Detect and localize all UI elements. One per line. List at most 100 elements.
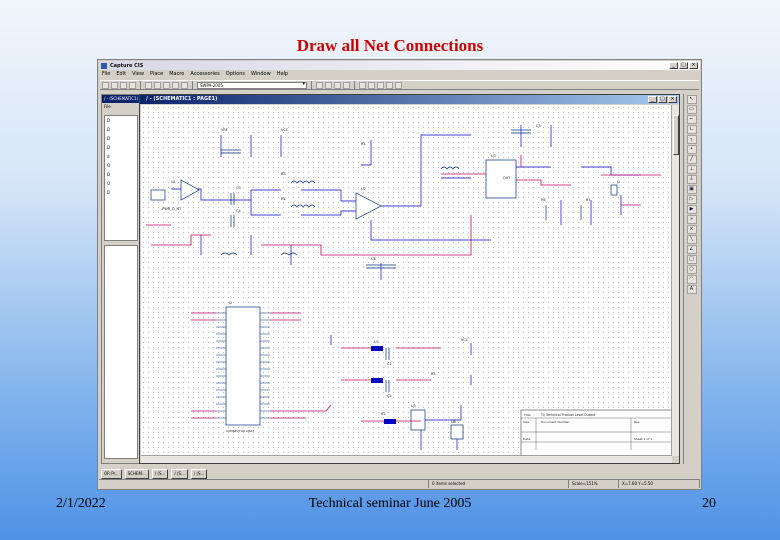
- app-title: Capture CIS: [110, 62, 144, 69]
- menu-edit[interactable]: Edit: [116, 71, 126, 79]
- part-combo[interactable]: SWPA-2005: [197, 81, 307, 89]
- tree-item[interactable]: D: [107, 127, 135, 136]
- place-text-icon[interactable]: A: [686, 285, 697, 294]
- drc-button[interactable]: [368, 81, 375, 89]
- copy-button[interactable]: [154, 81, 161, 89]
- tree-item[interactable]: D: [107, 172, 135, 181]
- label-u3: U3: [491, 154, 496, 158]
- task-project[interactable]: OR Pr...: [101, 469, 122, 479]
- off-page-connector-icon[interactable]: »: [686, 215, 697, 224]
- annotate-button[interactable]: [359, 81, 366, 89]
- task-page-3[interactable]: / (S...: [190, 469, 208, 479]
- place-wire-icon[interactable]: ⌐: [686, 115, 697, 124]
- label-vcc2: VCC: [461, 338, 469, 342]
- project-manager-window: / - (SCHEMATIC1) File D D D D d O D O D: [101, 94, 141, 464]
- place-line-icon[interactable]: ╲: [686, 235, 697, 244]
- place-polyline-icon[interactable]: ∠: [686, 245, 697, 254]
- schematic-drawing: U1 U2 U3 R1 R3 R4 R6 R7 C3 C4 C5 C6 VCC …: [146, 124, 672, 456]
- help-button[interactable]: [395, 81, 402, 89]
- tree-item[interactable]: D: [107, 190, 135, 199]
- label-c1: C1: [387, 362, 392, 366]
- zoom-area-button[interactable]: [334, 81, 341, 89]
- undo-button[interactable]: [172, 81, 179, 89]
- project-tab-file[interactable]: File: [102, 103, 140, 111]
- toolbar-separator: [354, 81, 355, 89]
- status-scale: Scale=151%: [569, 480, 619, 488]
- label-vee: VEE: [221, 128, 228, 132]
- place-rectangle-icon[interactable]: □: [686, 255, 697, 264]
- redo-button[interactable]: [181, 81, 188, 89]
- place-net-alias-icon[interactable]: ∟: [686, 125, 697, 134]
- scroll-thumb[interactable]: [673, 115, 679, 155]
- select-tool-icon[interactable]: ↖: [686, 95, 697, 104]
- label-u1: U1: [171, 180, 176, 184]
- menu-view[interactable]: View: [132, 71, 144, 79]
- label-connector-part: CONNECTOR DB25: [226, 429, 254, 433]
- task-page-2[interactable]: / (S...: [171, 469, 188, 479]
- save-button[interactable]: [120, 81, 127, 89]
- menu-window[interactable]: Window: [251, 71, 271, 79]
- tree-item[interactable]: D: [107, 145, 135, 154]
- zoom-all-button[interactable]: [343, 81, 350, 89]
- schematic-maximize-button[interactable]: □: [658, 96, 667, 103]
- menu-place[interactable]: Place: [150, 71, 163, 79]
- schematic-minimize-button[interactable]: _: [648, 96, 657, 103]
- schematic-horizontal-scrollbar[interactable]: [141, 455, 672, 463]
- print-button[interactable]: [129, 81, 136, 89]
- cut-button[interactable]: [145, 81, 152, 89]
- hierarchical-pin-icon[interactable]: ▶: [686, 205, 697, 214]
- zoom-in-button[interactable]: [316, 81, 323, 89]
- place-bus-icon[interactable]: ┐: [686, 135, 697, 144]
- label-c4: C4: [236, 209, 241, 213]
- new-file-button[interactable]: [102, 81, 109, 89]
- title-block-title: TI/ Technical Product Level Output: [540, 413, 596, 417]
- place-junction-icon[interactable]: •: [686, 145, 697, 154]
- task-page-1[interactable]: / (S...: [151, 469, 169, 479]
- no-connect-icon[interactable]: ×: [686, 225, 697, 234]
- tree-item[interactable]: D: [107, 118, 135, 127]
- schematic-vertical-scrollbar[interactable]: [671, 105, 679, 456]
- label-r7: R7: [586, 198, 591, 202]
- place-ellipse-icon[interactable]: ○: [686, 265, 697, 274]
- hierarchical-port-icon[interactable]: ▷: [686, 195, 697, 204]
- netlist-button[interactable]: [377, 81, 384, 89]
- schematic-canvas[interactable]: U1 U2 U3 R1 R3 R4 R6 R7 C3 C4 C5 C6 VCC …: [141, 105, 672, 456]
- open-button[interactable]: [111, 81, 118, 89]
- regulator-wires: [330, 335, 472, 450]
- place-arc-icon[interactable]: ◠: [686, 275, 697, 284]
- label-r2: R2: [381, 412, 386, 416]
- label-r1: R1: [361, 142, 366, 146]
- slide-title: Draw all Net Connections: [296, 36, 484, 55]
- tree-item[interactable]: D: [107, 136, 135, 145]
- place-power-icon[interactable]: ⊥: [686, 165, 697, 174]
- tree-item[interactable]: O: [107, 181, 135, 190]
- place-ground-icon[interactable]: ⏚: [686, 175, 697, 184]
- connector-nets: [191, 312, 332, 419]
- status-coords: X=7.60 Y=5.50: [619, 480, 700, 488]
- menu-help[interactable]: Help: [277, 71, 288, 79]
- close-button[interactable]: ×: [689, 62, 698, 69]
- schematic-window: / - (SCHEMATIC1 : PAGE1) _ □ × U1 U2 U3 …: [139, 94, 680, 464]
- place-part-icon[interactable]: ▭: [686, 105, 697, 114]
- slide-footer: Technical seminar June 2005: [308, 496, 472, 511]
- tree-item[interactable]: O: [107, 163, 135, 172]
- capture-cis-window: Capture CIS _ □ × File Edit View Place M…: [97, 59, 702, 490]
- hierarchical-block-icon[interactable]: ▣: [686, 185, 697, 194]
- status-spacer: [99, 480, 429, 488]
- menu-macro[interactable]: Macro: [169, 71, 184, 79]
- project-header: / - (SCHEMATIC1): [102, 95, 140, 103]
- zoom-out-button[interactable]: [325, 81, 332, 89]
- maximize-button[interactable]: □: [679, 62, 688, 69]
- tree-item[interactable]: d: [107, 154, 135, 163]
- project-lower-pane: [104, 245, 138, 459]
- label-c3: C3: [236, 186, 241, 190]
- schematic-close-button[interactable]: ×: [668, 96, 677, 103]
- bom-button[interactable]: [386, 81, 393, 89]
- paste-button[interactable]: [163, 81, 170, 89]
- menu-options[interactable]: Options: [226, 71, 245, 79]
- task-schematic[interactable]: SCHEM...: [124, 469, 149, 479]
- minimize-button[interactable]: _: [669, 62, 678, 69]
- menu-file[interactable]: File: [102, 71, 110, 79]
- menu-accessories[interactable]: Accessories: [190, 71, 219, 79]
- bus-entry-icon[interactable]: ╱: [686, 155, 697, 164]
